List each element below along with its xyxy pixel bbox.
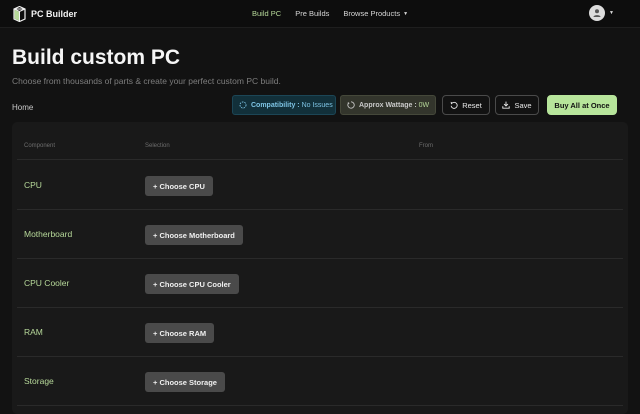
component-label[interactable]: Motherboard [24,229,72,239]
choose-ram-button[interactable]: + Choose RAM [145,323,215,343]
nav-link-build-pc[interactable]: Build PC [252,9,281,18]
user-icon [593,9,601,17]
buy-all-button[interactable]: Buy All at Once [547,95,617,115]
reset-icon [450,101,458,109]
column-header-selection: Selection [145,143,170,149]
wattage-label: Approx Wattage : [359,101,417,109]
nav-link-browse-products-label: Browse Products [343,9,401,18]
component-label[interactable]: RAM [24,327,43,337]
wattage-value: 0W [418,101,430,109]
compatibility-icon [239,101,247,109]
compatibility-value: No Issues [301,101,333,109]
chevron-down-icon[interactable]: ▼ [609,10,614,16]
table-row-storage: Storage + Choose Storage [17,357,623,406]
wattage-badge[interactable]: Approx Wattage : 0W [340,95,436,115]
reset-button[interactable]: Reset [442,95,490,115]
table-row-motherboard: Motherboard + Choose Motherboard [17,210,623,259]
compatibility-label: Compatibility : [251,101,300,109]
component-label[interactable]: Storage [24,376,54,386]
component-label[interactable]: CPU [24,180,42,190]
brand-name: PC Builder [31,9,78,19]
chevron-down-icon: ▼ [403,11,409,17]
navbar: PC Builder Build PC Pre Builds Browse Pr… [0,0,640,28]
cube-logo-icon [13,6,26,22]
save-button[interactable]: Save [495,95,539,115]
save-icon [502,101,511,109]
breadcrumb[interactable]: Home [12,103,33,112]
avatar[interactable] [589,5,605,21]
brand[interactable]: PC Builder [13,6,77,22]
choose-motherboard-button[interactable]: + Choose Motherboard [145,225,243,245]
column-header-component: Component [24,143,56,149]
choose-cpu-button[interactable]: + Choose CPU [145,176,213,196]
table-row-ram: RAM + Choose RAM [17,308,623,357]
save-label: Save [514,100,532,110]
page-title: Build custom PC [12,46,181,69]
nav-links: Build PC Pre Builds Browse Products ▼ [252,9,422,18]
table-row-cpu: CPU + Choose CPU [17,161,623,210]
compatibility-badge[interactable]: Compatibility : No Issues [232,95,336,115]
user-menu[interactable]: ▼ [589,5,614,21]
nav-link-pre-builds[interactable]: Pre Builds [295,9,329,18]
reset-label: Reset [462,100,482,110]
page-subtitle: Choose from thousands of parts & create … [12,76,281,86]
choose-storage-button[interactable]: + Choose Storage [145,372,225,392]
component-label[interactable]: CPU Cooler [24,278,69,288]
choose-cpu-cooler-button[interactable]: + Choose CPU Cooler [145,274,239,294]
column-header-from: From [419,143,433,149]
components-table: Component Selection From CPU + Choose CP… [12,122,628,414]
table-header: Component Selection From [17,130,623,160]
table-row-cpu-cooler: CPU Cooler + Choose CPU Cooler [17,259,623,308]
nav-link-browse-products[interactable]: Browse Products ▼ [343,9,408,18]
wattage-icon [347,101,355,109]
